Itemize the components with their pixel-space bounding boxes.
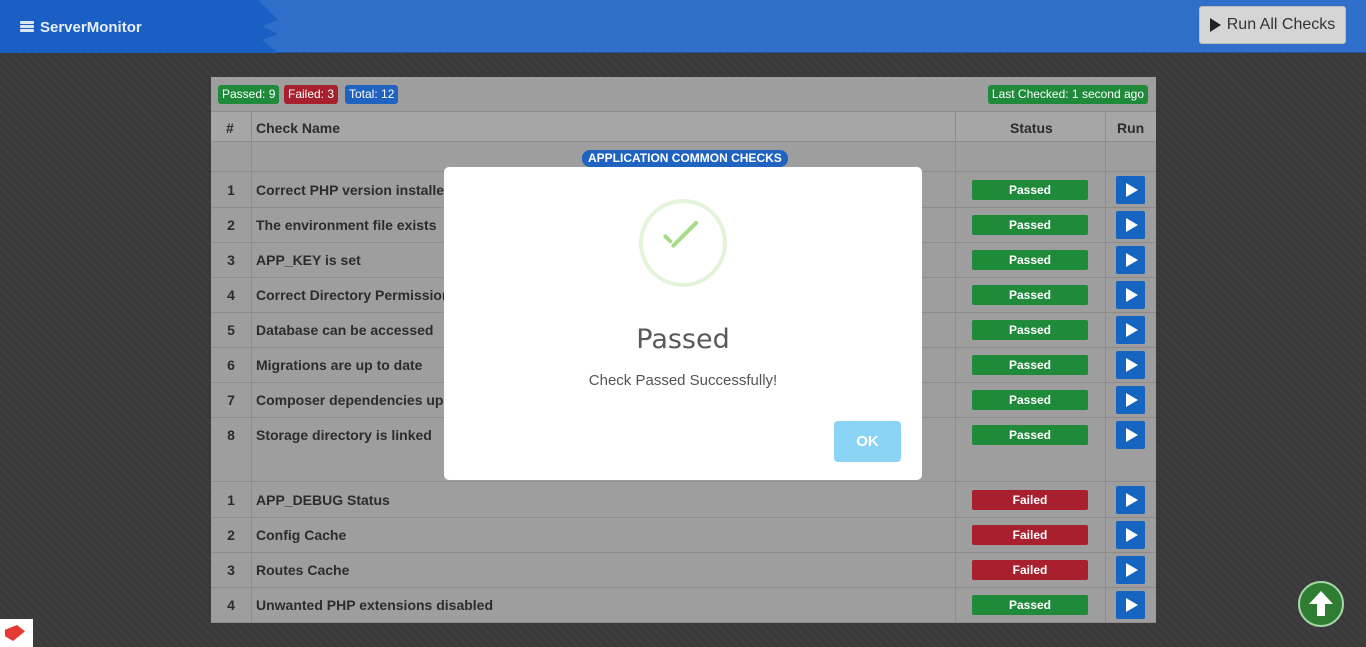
column-divider xyxy=(1105,111,1106,623)
run-check-button[interactable] xyxy=(1116,281,1145,309)
check-name: Migrations are up to date xyxy=(256,357,423,373)
logo-icon xyxy=(5,625,25,641)
play-icon xyxy=(1209,18,1221,32)
status-badge: Passed xyxy=(972,180,1088,200)
table-row: 4 Unwanted PHP extensions disabled Passed xyxy=(211,588,1156,623)
check-number: 7 xyxy=(227,392,235,408)
server-icon xyxy=(20,21,34,33)
arrow-up-icon xyxy=(1309,591,1333,617)
run-check-button[interactable] xyxy=(1116,556,1145,584)
run-check-button[interactable] xyxy=(1116,386,1145,414)
ok-button[interactable]: OK xyxy=(834,421,901,462)
run-check-button[interactable] xyxy=(1116,421,1145,449)
check-number: 4 xyxy=(227,597,235,613)
check-name: Database can be accessed xyxy=(256,322,434,338)
total-count-badge: Total: 12 xyxy=(345,85,399,104)
check-name: Correct Directory Permissions xyxy=(256,287,459,303)
brand-logo[interactable]: ServerMonitor xyxy=(20,17,142,37)
status-badge: Passed xyxy=(972,390,1088,410)
status-badge: Passed xyxy=(972,320,1088,340)
check-number: 1 xyxy=(227,492,235,508)
column-divider xyxy=(955,111,956,623)
run-check-button[interactable] xyxy=(1116,591,1145,619)
status-badge: Passed xyxy=(972,250,1088,270)
check-name: APP_KEY is set xyxy=(256,252,361,268)
column-header-check-name: Check Name xyxy=(256,120,341,136)
check-name: APP_DEBUG Status xyxy=(256,492,390,508)
check-name: Routes Cache xyxy=(256,562,350,578)
table-row: 2 Config Cache Failed xyxy=(211,518,1156,553)
success-check-icon xyxy=(639,199,727,287)
column-header-status: Status xyxy=(1010,120,1053,136)
dialog-message: Check Passed Successfully! xyxy=(588,372,778,389)
status-badge: Passed xyxy=(972,595,1088,615)
failed-count-badge: Failed: 3 xyxy=(284,85,339,104)
check-number: 1 xyxy=(227,182,235,198)
run-check-button[interactable] xyxy=(1116,176,1145,204)
run-check-button[interactable] xyxy=(1116,521,1145,549)
table-row: 3 Routes Cache Failed xyxy=(211,553,1156,588)
status-badge: Failed xyxy=(972,525,1088,545)
check-number: 4 xyxy=(227,287,235,303)
passed-count-badge: Passed: 9 xyxy=(218,85,280,104)
check-number: 5 xyxy=(227,322,235,338)
run-check-button[interactable] xyxy=(1116,246,1145,274)
dialog-title: Passed xyxy=(636,324,730,355)
table-row: 1 APP_DEBUG Status Failed xyxy=(211,483,1156,518)
run-check-button[interactable] xyxy=(1116,351,1145,379)
run-all-checks-label: Run All Checks xyxy=(1226,16,1336,33)
column-divider xyxy=(251,111,252,623)
success-dialog: Passed Check Passed Successfully! OK xyxy=(444,167,922,480)
status-badge: Passed xyxy=(972,215,1088,235)
column-header-number: # xyxy=(226,120,234,136)
status-badge: Failed xyxy=(972,490,1088,510)
table-header: # Check Name Status Run xyxy=(211,111,1156,142)
status-badge: Passed xyxy=(972,355,1088,375)
check-number: 3 xyxy=(227,252,235,268)
check-name: Unwanted PHP extensions disabled xyxy=(256,597,494,613)
corner-logo xyxy=(0,619,33,647)
check-name: Config Cache xyxy=(256,527,347,543)
check-name: The environment file exists xyxy=(256,217,437,233)
check-number: 8 xyxy=(227,427,235,443)
top-navbar: ServerMonitor Run All Checks xyxy=(0,0,1366,53)
run-check-button[interactable] xyxy=(1116,486,1145,514)
run-all-checks-button[interactable]: Run All Checks xyxy=(1199,6,1346,44)
check-name: Correct PHP version installed xyxy=(256,182,453,198)
check-number: 2 xyxy=(227,527,235,543)
check-name: Storage directory is linked xyxy=(256,427,432,443)
summary-bar: Passed: 9 Failed: 3 Total: 12 Last Check… xyxy=(211,77,1156,111)
brand-name: ServerMonitor xyxy=(40,18,142,36)
check-number: 6 xyxy=(227,357,235,373)
back-to-top-button[interactable] xyxy=(1298,581,1344,627)
check-number: 2 xyxy=(227,217,235,233)
last-checked-badge: Last Checked: 1 second ago xyxy=(987,85,1148,104)
status-badge: Failed xyxy=(972,560,1088,580)
run-check-button[interactable] xyxy=(1116,316,1145,344)
check-number: 3 xyxy=(227,562,235,578)
status-badge: Passed xyxy=(972,425,1088,445)
run-check-button[interactable] xyxy=(1116,211,1145,239)
section-title-badge: APPLICATION COMMON CHECKS xyxy=(582,150,788,167)
column-header-run: Run xyxy=(1117,120,1145,136)
status-badge: Passed xyxy=(972,285,1088,305)
